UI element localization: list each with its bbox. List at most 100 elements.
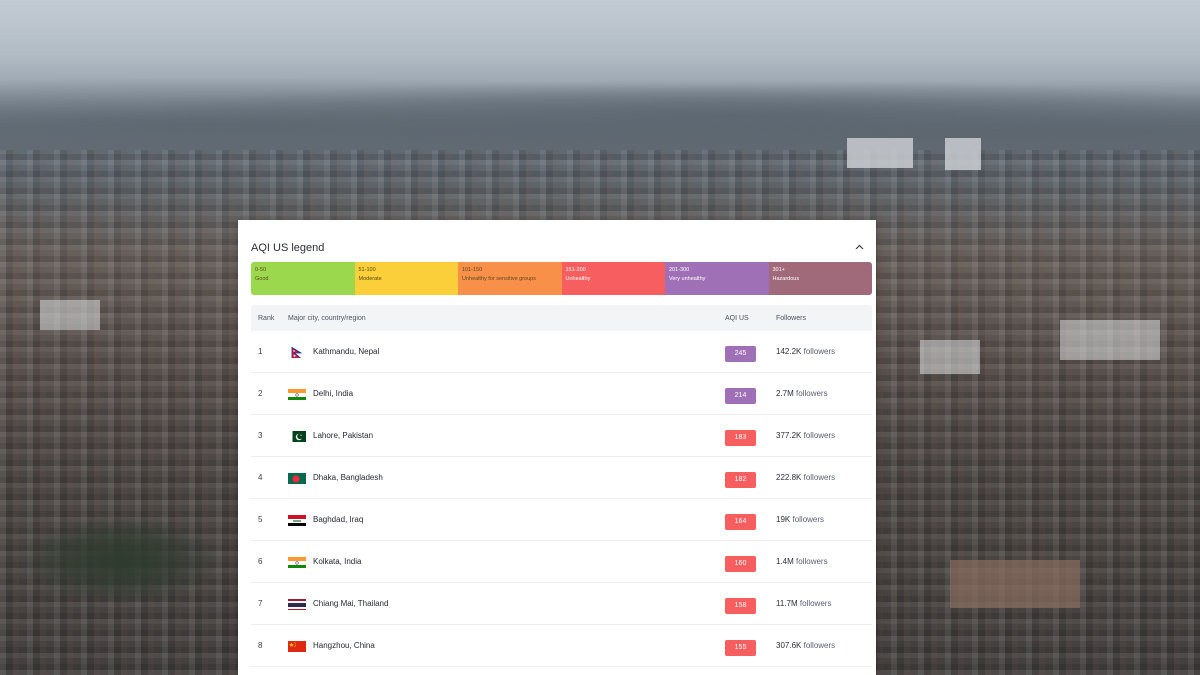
followers-cell: 1.4M followers	[776, 557, 872, 566]
iraq-flag-icon	[288, 514, 306, 526]
aqi-ranking-panel: AQI US legend 0-50 Good 51-100 Moderate 101-…	[238, 220, 876, 675]
aqi-badge: 183	[725, 429, 756, 446]
aqi-badge: 164	[725, 513, 756, 530]
city-name[interactable]: Lahore, Pakistan	[313, 431, 373, 440]
legend-range: 0-50	[255, 267, 267, 273]
followers-count: 1.4M	[776, 557, 794, 566]
followers-suffix: followers	[803, 347, 836, 356]
followers-cell: 142.2K followers	[776, 347, 872, 356]
city-cell[interactable]: Baghdad, Iraq	[288, 514, 725, 526]
table-row[interactable]: 5 Baghdad, Iraq 164 19K followers	[251, 499, 872, 541]
city-header: Major city, country/region	[288, 314, 366, 322]
city-cell[interactable]: Dhaka, Bangladesh	[288, 472, 725, 484]
bangladesh-flag-icon	[288, 472, 306, 484]
city-cell[interactable]: Hangzhou, China	[288, 640, 725, 652]
panel-header: AQI US legend	[238, 220, 876, 262]
aqi-badge: 160	[725, 555, 756, 572]
table-body: 1 Kathmandu, Nepal 245 142.2K followers 2 Del…	[251, 331, 872, 667]
followers-count: 19K	[776, 515, 791, 524]
followers-cell: 377.2K followers	[776, 431, 872, 440]
table-row[interactable]: 2 Delhi, India 214 2.7M followers	[251, 373, 872, 415]
aqi-header[interactable]: AQI US	[725, 315, 776, 322]
legend-range: 51-100	[358, 267, 376, 273]
legend-segment: 151-200 Unhealthy	[561, 262, 665, 295]
panel-title: AQI US legend	[251, 242, 325, 254]
rank-cell: 2	[258, 389, 263, 398]
city-cell[interactable]: Kathmandu, Nepal	[288, 346, 725, 358]
city-name[interactable]: Baghdad, Iraq	[313, 515, 363, 524]
city-name[interactable]: Kolkata, India	[313, 557, 361, 566]
thailand-flag-icon	[288, 598, 306, 610]
aqi-cell: 182	[725, 468, 776, 488]
followers-cell: 11.7M followers	[776, 599, 872, 608]
followers-cell: 2.7M followers	[776, 389, 872, 398]
aqi-cell: 164	[725, 510, 776, 530]
followers-suffix: followers	[803, 473, 836, 482]
followers-count: 222.8K	[776, 473, 802, 482]
table-row[interactable]: 1 Kathmandu, Nepal 245 142.2K followers	[251, 331, 872, 373]
followers-count: 2.7M	[776, 389, 794, 398]
aqi-badge: 158	[725, 597, 756, 614]
china-flag-icon	[288, 640, 306, 652]
india-flag-icon	[288, 388, 306, 400]
legend-segment: 101-150 Unhealthy for sensitive groups	[458, 262, 562, 295]
nepal-flag-icon	[288, 346, 306, 358]
aqi-badge: 182	[725, 471, 756, 488]
city-name[interactable]: Delhi, India	[313, 389, 353, 398]
city-cell[interactable]: Lahore, Pakistan	[288, 430, 725, 442]
followers-cell: 307.6K followers	[776, 641, 872, 650]
followers-count: 377.2K	[776, 431, 802, 440]
followers-suffix: followers	[803, 641, 836, 650]
legend-label: Good	[255, 276, 269, 282]
followers-cell: 19K followers	[776, 515, 872, 524]
legend-range: 201-300	[669, 267, 690, 273]
aqi-cell: 160	[725, 552, 776, 572]
rank-cell: 7	[258, 599, 263, 608]
city-cell[interactable]: Chiang Mai, Thailand	[288, 598, 725, 610]
city-name[interactable]: Kathmandu, Nepal	[313, 347, 379, 356]
aqi-badge: 245	[725, 345, 756, 362]
followers-header[interactable]: Followers	[776, 315, 872, 322]
table-row[interactable]: 6 Kolkata, India 160 1.4M followers	[251, 541, 872, 583]
table-row[interactable]: 7 Chiang Mai, Thailand 158 11.7M followers	[251, 583, 872, 625]
aqi-cell: 214	[725, 384, 776, 404]
legend-range: 101-150	[462, 267, 483, 273]
rank-cell: 6	[258, 557, 263, 566]
aqi-legend-bar: 0-50 Good 51-100 Moderate 101-150 Unhealthy f…	[251, 262, 872, 295]
aqi-badge: 155	[725, 639, 756, 656]
city-ranking-table: Rank Major city, country/region AQI US F…	[251, 305, 872, 667]
rank-cell: 3	[258, 431, 263, 440]
city-name[interactable]: Dhaka, Bangladesh	[313, 473, 383, 482]
legend-label: Unhealthy for sensitive groups	[462, 276, 536, 282]
followers-suffix: followers	[792, 515, 825, 524]
city-name[interactable]: Hangzhou, China	[313, 641, 375, 650]
legend-range: 301+	[772, 267, 785, 273]
city-cell[interactable]: Kolkata, India	[288, 556, 725, 568]
aqi-cell: 155	[725, 636, 776, 656]
collapse-button[interactable]	[850, 238, 868, 256]
followers-suffix: followers	[799, 599, 832, 608]
table-row[interactable]: 3 Lahore, Pakistan 183 377.2K followers	[251, 415, 872, 457]
followers-count: 307.6K	[776, 641, 802, 650]
rank-cell: 4	[258, 473, 263, 482]
legend-label: Very unhealthy	[669, 276, 706, 282]
legend-segment: 0-50 Good	[251, 262, 355, 295]
followers-suffix: followers	[803, 431, 836, 440]
legend-label: Moderate	[358, 276, 382, 282]
aqi-cell: 158	[725, 594, 776, 614]
legend-segment: 201-300 Very unhealthy	[665, 262, 769, 295]
chevron-up-icon	[855, 244, 863, 250]
city-cell[interactable]: Delhi, India	[288, 388, 725, 400]
table-row[interactable]: 4 Dhaka, Bangladesh 182 222.8K followers	[251, 457, 872, 499]
city-name[interactable]: Chiang Mai, Thailand	[313, 599, 388, 608]
aqi-badge: 214	[725, 387, 756, 404]
legend-label: Unhealthy	[565, 276, 591, 282]
rank-cell: 8	[258, 641, 263, 650]
aqi-cell: 183	[725, 426, 776, 446]
legend-segment: 51-100 Moderate	[354, 262, 458, 295]
followers-count: 11.7M	[776, 599, 798, 608]
table-row[interactable]: 8 Hangzhou, China 155 307.6K followers	[251, 625, 872, 667]
followers-count: 142.2K	[776, 347, 802, 356]
india-flag-icon	[288, 556, 306, 568]
rank-cell: 1	[258, 347, 263, 356]
